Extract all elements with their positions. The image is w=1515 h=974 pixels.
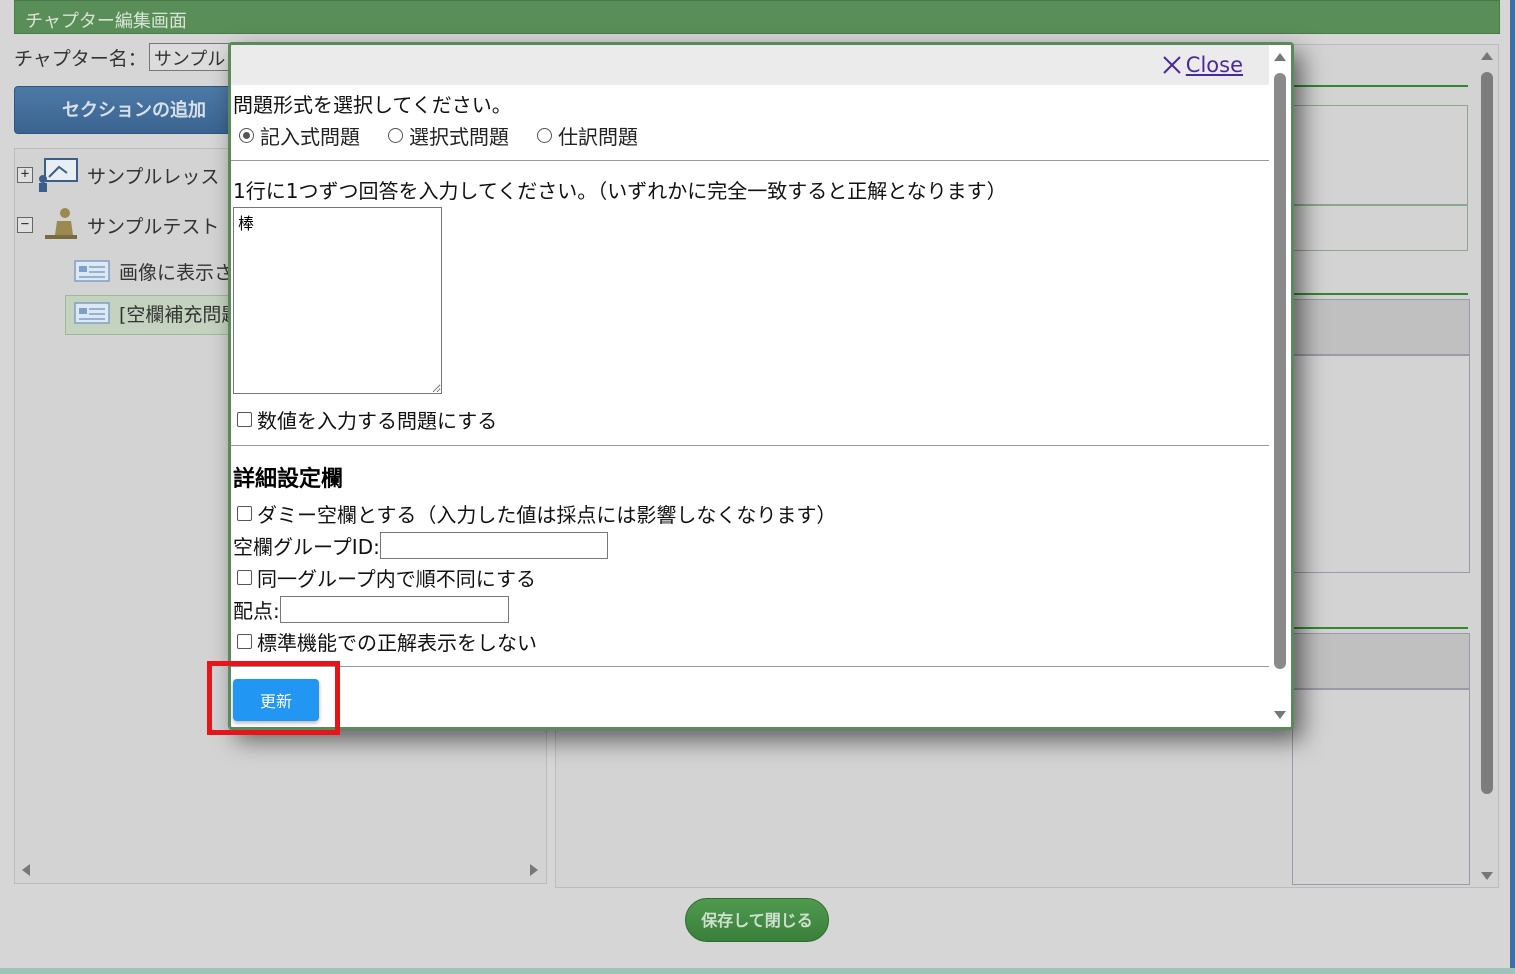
points-row: 配点: [233, 595, 509, 624]
question-card-icon [74, 302, 110, 324]
add-section-button[interactable]: セクションの追加 [14, 86, 254, 134]
scroll-up-arrow-icon[interactable] [1481, 52, 1493, 60]
checkbox-icon[interactable] [237, 412, 252, 427]
question-edit-dialog: Close 問題形式を選択してください。 記入式問題 選択式問題 仕訳問題 1行… [228, 42, 1294, 730]
app-title-bar: チャプター編集画面 [14, 0, 1500, 34]
divider [1292, 293, 1468, 295]
dialog-header: Close [231, 45, 1271, 85]
close-label[interactable]: Close [1186, 53, 1243, 77]
save-and-close-button[interactable]: 保存して閉じる [685, 898, 829, 942]
expand-icon[interactable]: + [17, 167, 33, 183]
tree-item-question-image[interactable]: 画像に表示さ [73, 257, 233, 285]
hide-answer-checkbox-row[interactable]: 標準機能での正解表示をしない [237, 627, 537, 656]
answers-textarea[interactable]: 棒 [233, 207, 442, 394]
detail-table-body [1292, 689, 1470, 885]
test-person-icon [45, 208, 77, 239]
dummy-blank-checkbox-row[interactable]: ダミー空欄とする（入力した値は採点には影響しなくなります） [237, 499, 836, 528]
tree-item-label: 画像に表示さ [119, 261, 234, 284]
divider [231, 445, 1269, 446]
tree-item-label: サンプルテスト [87, 215, 220, 238]
annotation-highlight-box [207, 661, 340, 735]
radio-selected-icon[interactable] [239, 128, 254, 143]
points-label: 配点: [233, 599, 280, 623]
radio-unselected-icon[interactable] [537, 128, 552, 143]
scrollbar-thumb[interactable] [1481, 72, 1493, 794]
radio-label: 仕訳問題 [558, 125, 638, 149]
scroll-right-arrow-icon[interactable] [530, 864, 538, 876]
close-button[interactable]: Close [1162, 53, 1243, 77]
checkbox-label: 標準機能での正解表示をしない [257, 631, 537, 655]
details-section-title: 詳細設定欄 [233, 467, 344, 492]
scroll-down-arrow-icon[interactable] [1274, 711, 1286, 719]
lesson-presentation-icon [39, 158, 78, 192]
chapter-name-label: チャプター名： [14, 47, 147, 70]
window-edge [1510, 0, 1515, 974]
group-id-label: 空欄グループID: [233, 535, 380, 559]
radio-label: 選択式問題 [409, 125, 509, 149]
checkbox-label: ダミー空欄とする（入力した値は採点には影響しなくなります） [257, 503, 837, 527]
main-vertical-scrollbar[interactable] [1478, 50, 1496, 886]
tree-item-label: [空欄補充問題 [119, 303, 241, 326]
scroll-down-arrow-icon[interactable] [1481, 872, 1493, 880]
app-title: チャプター編集画面 [25, 11, 187, 32]
radio-unselected-icon[interactable] [388, 128, 403, 143]
radio-multiple-choice[interactable]: 選択式問題 [388, 121, 509, 150]
checkbox-icon[interactable] [237, 506, 252, 521]
detail-table-header [1292, 299, 1470, 355]
tree-item-lesson[interactable]: + サンプルレッス [17, 157, 219, 193]
question-card-icon [74, 260, 110, 282]
checkbox-label: 同一グループ内で順不同にする [257, 567, 536, 591]
group-id-row: 空欄グループID: [233, 531, 608, 560]
divider [231, 666, 1269, 667]
numeric-question-checkbox-row[interactable]: 数値を入力する問題にする [237, 405, 497, 434]
checkbox-icon[interactable] [237, 634, 252, 649]
points-input[interactable] [279, 596, 509, 623]
tree-item-label: サンプルレッス [87, 165, 220, 188]
divider [1292, 85, 1468, 87]
close-icon[interactable] [1162, 55, 1182, 75]
tree-item-test[interactable]: − サンプルテスト [17, 207, 219, 243]
scroll-up-arrow-icon[interactable] [1274, 53, 1286, 61]
radio-fill-in[interactable]: 記入式問題 [239, 121, 360, 150]
dialog-vertical-scrollbar[interactable] [1269, 45, 1291, 727]
divider [231, 160, 1269, 161]
unordered-checkbox-row[interactable]: 同一グループ内で順不同にする [237, 563, 536, 592]
divider [1292, 627, 1468, 629]
checkbox-icon[interactable] [237, 570, 252, 585]
radio-journal-entry[interactable]: 仕訳問題 [537, 121, 638, 150]
scrollbar-thumb[interactable] [1274, 73, 1286, 669]
question-type-prompt: 問題形式を選択してください。 [233, 93, 512, 117]
detail-box [1292, 105, 1468, 205]
radio-label: 記入式問題 [260, 125, 360, 149]
tree-item-question-blank[interactable]: [空欄補充問題 [73, 299, 240, 327]
window-edge [0, 968, 1515, 974]
group-id-input[interactable] [379, 532, 608, 559]
detail-table-body [1292, 355, 1470, 573]
collapse-icon[interactable]: − [17, 217, 33, 233]
detail-table-header [1292, 633, 1470, 689]
question-type-radio-group: 記入式問題 選択式問題 仕訳問題 [239, 121, 666, 150]
detail-box [1292, 205, 1468, 251]
checkbox-label: 数値を入力する問題にする [257, 409, 498, 433]
answer-prompt: 1行に1つずつ回答を入力してください。（いずれかに完全一致すると正解となります） [233, 179, 1007, 203]
scroll-left-arrow-icon[interactable] [22, 864, 30, 876]
